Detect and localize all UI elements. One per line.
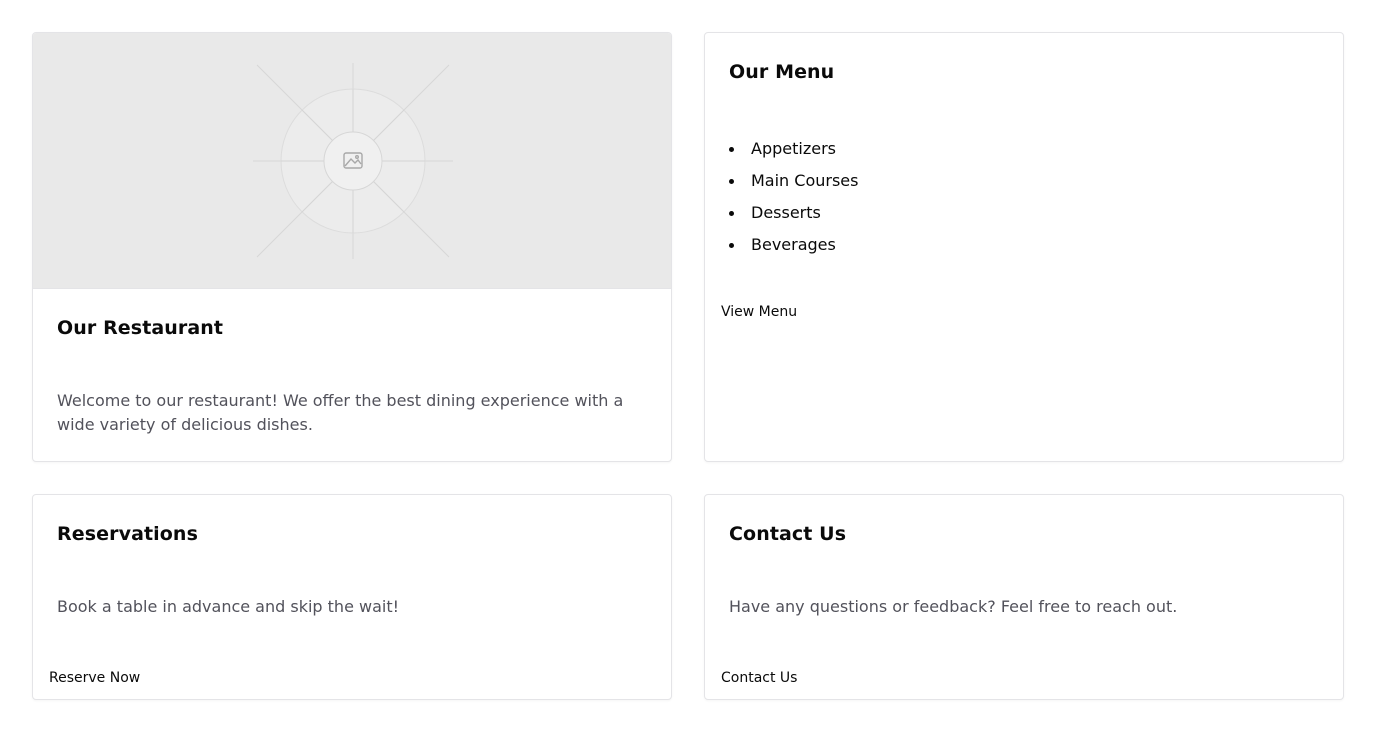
- image-placeholder: [33, 33, 671, 289]
- list-item: Desserts: [729, 197, 858, 229]
- menu-card: Our Menu Appetizers Main Courses Dessert…: [704, 32, 1344, 462]
- restaurant-description: Welcome to our restaurant! We offer the …: [57, 391, 624, 434]
- menu-item-label: Main Courses: [751, 171, 859, 190]
- restaurant-card: Our Restaurant Welcome to our restaurant…: [32, 32, 672, 462]
- menu-title: Our Menu: [729, 61, 835, 83]
- restaurant-title: Our Restaurant: [57, 317, 224, 339]
- card-grid: Our Restaurant Welcome to our restaurant…: [32, 32, 1344, 700]
- bullet-icon: [729, 211, 734, 216]
- view-menu-button[interactable]: View Menu: [721, 304, 797, 320]
- contact-card: Contact Us Have any questions or feedbac…: [704, 494, 1344, 700]
- menu-item-label: Desserts: [751, 203, 821, 222]
- bullet-icon: [729, 147, 734, 152]
- bullet-icon: [729, 179, 734, 184]
- list-item: Beverages: [729, 229, 858, 261]
- menu-item-label: Appetizers: [751, 139, 836, 158]
- contact-title: Contact Us: [729, 523, 847, 545]
- reserve-now-button[interactable]: Reserve Now: [49, 670, 140, 686]
- list-item: Main Courses: [729, 165, 858, 197]
- image-placeholder-graphic: [253, 63, 453, 259]
- menu-item-label: Beverages: [751, 235, 836, 254]
- list-item: Appetizers: [729, 133, 858, 165]
- reservations-description: Book a table in advance and skip the wai…: [57, 597, 400, 616]
- reservations-title: Reservations: [57, 523, 198, 545]
- contact-description: Have any questions or feedback? Feel fre…: [729, 597, 1178, 616]
- menu-list: Appetizers Main Courses Desserts Beverag…: [729, 133, 858, 261]
- bullet-icon: [729, 243, 734, 248]
- reservations-card: Reservations Book a table in advance and…: [32, 494, 672, 700]
- contact-us-button[interactable]: Contact Us: [721, 670, 797, 686]
